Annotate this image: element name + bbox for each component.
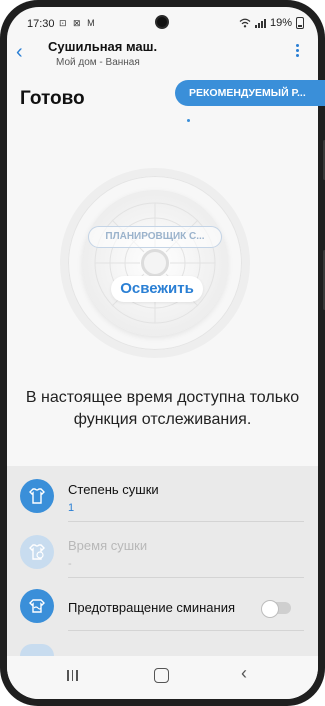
wrinkle-prevention-toggle[interactable] bbox=[261, 600, 291, 618]
status-right-group: 19% bbox=[239, 17, 304, 29]
status-time: 17:30 bbox=[27, 18, 55, 30]
list-item-wrinkle-prevention[interactable]: Предотвращение сминания bbox=[7, 578, 318, 634]
setting-value: 1 bbox=[68, 502, 75, 514]
recommended-mode-button[interactable]: РЕКОМЕНДУЕМЫЙ Р... bbox=[175, 80, 325, 106]
setting-label: Время сушки bbox=[68, 538, 148, 553]
shirt-icon bbox=[20, 479, 54, 513]
device-location: Мой дом - Ванная bbox=[56, 57, 140, 68]
setting-label: Предотвращение сминания bbox=[68, 600, 236, 615]
page-indicator-dot bbox=[187, 119, 190, 122]
battery-percent: 19% bbox=[269, 17, 292, 29]
dryer-dial bbox=[60, 168, 250, 358]
settings-list: Степень сушки 1 Время сушки - Предотвращ… bbox=[7, 466, 318, 656]
recent-apps-icon[interactable] bbox=[67, 670, 78, 681]
app-header: ‹ Сушильная маш. Мой дом - Ванная bbox=[0, 30, 325, 74]
cellular-signal-icon bbox=[254, 18, 266, 28]
divider bbox=[68, 630, 304, 631]
device-state: Готово bbox=[20, 88, 85, 109]
list-item-dry-level[interactable]: Степень сушки 1 bbox=[7, 466, 318, 522]
nav-back-icon[interactable]: ‹ bbox=[241, 663, 247, 684]
setting-label: Степень сушки bbox=[68, 482, 159, 497]
back-arrow-icon[interactable]: ‹ bbox=[16, 42, 23, 62]
setting-value: - bbox=[68, 558, 72, 570]
scheduler-button[interactable]: ПЛАНИРОВЩИК С... bbox=[88, 226, 222, 248]
list-item-dry-time: Время сушки - bbox=[7, 522, 318, 578]
partial-row-icon bbox=[20, 644, 54, 656]
notification-icons: ⊡ ⊠ M bbox=[59, 18, 97, 28]
refresh-button[interactable]: Освежить bbox=[111, 276, 203, 302]
wrinkle-prevention-icon bbox=[20, 589, 54, 623]
wifi-icon bbox=[239, 18, 251, 28]
system-nav-bar: ‹ bbox=[7, 656, 318, 699]
front-camera bbox=[155, 15, 169, 29]
more-options-icon[interactable] bbox=[296, 44, 299, 57]
timer-shirt-icon bbox=[20, 535, 54, 569]
drum-hub bbox=[141, 249, 169, 277]
battery-icon bbox=[296, 17, 304, 29]
home-icon[interactable] bbox=[154, 668, 169, 683]
drum-image bbox=[82, 190, 228, 336]
info-message: В настоящее время доступна только функци… bbox=[25, 389, 300, 428]
device-title: Сушильная маш. bbox=[48, 39, 158, 54]
